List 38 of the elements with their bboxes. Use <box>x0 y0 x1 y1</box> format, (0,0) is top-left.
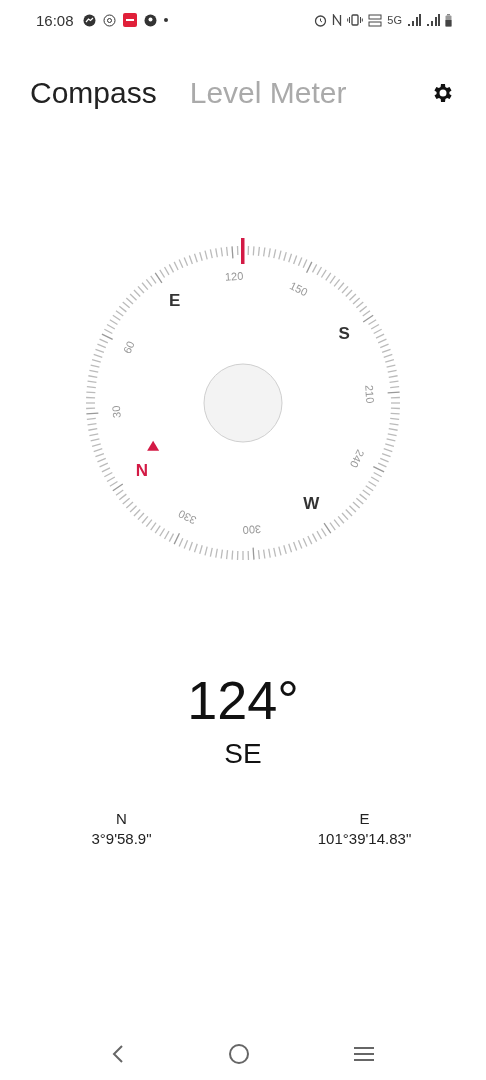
heading-direction: SE <box>223 738 263 770</box>
nfc-icon <box>332 14 343 26</box>
home-icon[interactable] <box>228 1043 250 1065</box>
coordinate-label: E <box>359 810 370 827</box>
app-icon <box>102 13 116 27</box>
north-arrow-icon <box>147 440 160 451</box>
cardinal-label: N <box>135 460 148 480</box>
chat-icon <box>82 13 96 27</box>
heading-degrees: 124° <box>186 669 300 732</box>
volte-icon <box>368 13 383 27</box>
degree-label: 150 <box>287 279 310 299</box>
app-icon <box>122 13 137 27</box>
cardinal-label: W <box>303 493 320 513</box>
alarm-icon <box>314 13 328 27</box>
cardinal-label: E <box>169 291 181 311</box>
status-time: 16:08 <box>36 11 74 29</box>
degree-label: 60 <box>120 339 137 356</box>
tab[interactable]: Compass <box>30 76 157 110</box>
degree-label: 120 <box>224 269 244 283</box>
heading-marker <box>241 238 245 264</box>
menu-icon[interactable] <box>352 1045 375 1063</box>
signal-icon <box>426 14 440 26</box>
coordinate-value: 101°39'14.83" <box>317 830 412 847</box>
coordinate-value: 3°9'58.9" <box>91 830 152 847</box>
back-icon[interactable] <box>111 1044 126 1064</box>
network-type: 5G <box>387 14 402 26</box>
degree-label: 330 <box>176 507 199 527</box>
signal-icon <box>407 14 421 26</box>
dot-icon <box>163 18 168 22</box>
cardinal-label: S <box>338 324 350 344</box>
battery-icon <box>445 13 452 27</box>
vibrate-icon <box>347 14 364 26</box>
degree-label: 30 <box>109 405 123 419</box>
degree-label: 210 <box>363 384 377 404</box>
degree-label: 240 <box>347 447 367 470</box>
location-icon <box>143 13 157 27</box>
degree-label: 300 <box>242 523 262 537</box>
coordinate-label: N <box>116 810 127 827</box>
